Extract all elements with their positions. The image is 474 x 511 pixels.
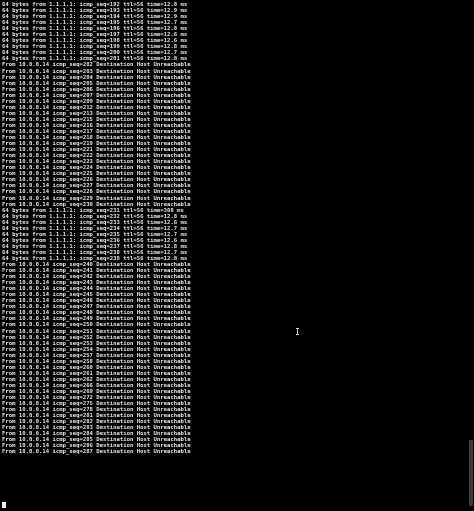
ibeam-cursor-icon bbox=[296, 328, 299, 335]
text-cursor bbox=[2, 502, 6, 508]
terminal-window[interactable]: 64 bytes from 1.1.1.1: icmp_seq=192 ttl=… bbox=[0, 0, 474, 511]
terminal-output: 64 bytes from 1.1.1.1: icmp_seq=192 ttl=… bbox=[2, 2, 464, 456]
scrollbar-thumb[interactable] bbox=[469, 440, 473, 506]
scrollbar[interactable] bbox=[468, 0, 474, 511]
terminal-line: From 10.0.0.14 icmp_seq=287 Destination … bbox=[2, 449, 191, 456]
